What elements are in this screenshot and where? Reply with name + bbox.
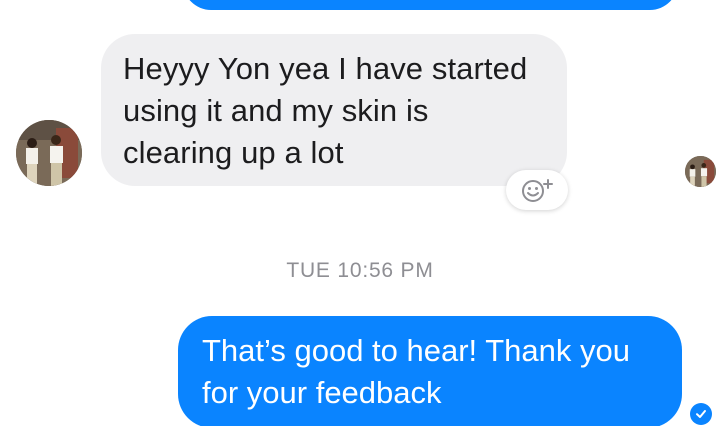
incoming-message-row: Heyyy Yon yea I have started using it an… — [0, 0, 720, 210]
contact-photo-icon — [16, 120, 82, 186]
add-reaction-button[interactable] — [506, 170, 568, 210]
incoming-message-line: clearing up a lot — [123, 135, 344, 170]
message-timestamp: TUE 10:56 PM — [286, 259, 434, 282]
outgoing-message-line: That’s good to hear! Thank you — [202, 333, 630, 368]
incoming-message-line: using it and my skin is — [123, 93, 429, 128]
contact-avatar[interactable] — [16, 120, 82, 186]
sent-status-icon — [690, 403, 712, 425]
check-circle-icon — [696, 410, 706, 418]
incoming-message-bubble[interactable]: Heyyy Yon yea I have started using it an… — [101, 34, 567, 186]
outgoing-message-bubble[interactable]: That’s good to hear! Thank you for your … — [178, 316, 682, 426]
read-receipt-avatar — [685, 156, 716, 187]
smiley-plus-icon — [522, 179, 553, 202]
incoming-message-line: Heyyy Yon yea I have started — [123, 51, 528, 86]
chat-screen: Heyyy Yon yea I have started using it an… — [0, 0, 720, 426]
outgoing-message-line: for your feedback — [202, 375, 442, 410]
contact-photo-icon — [685, 156, 716, 187]
